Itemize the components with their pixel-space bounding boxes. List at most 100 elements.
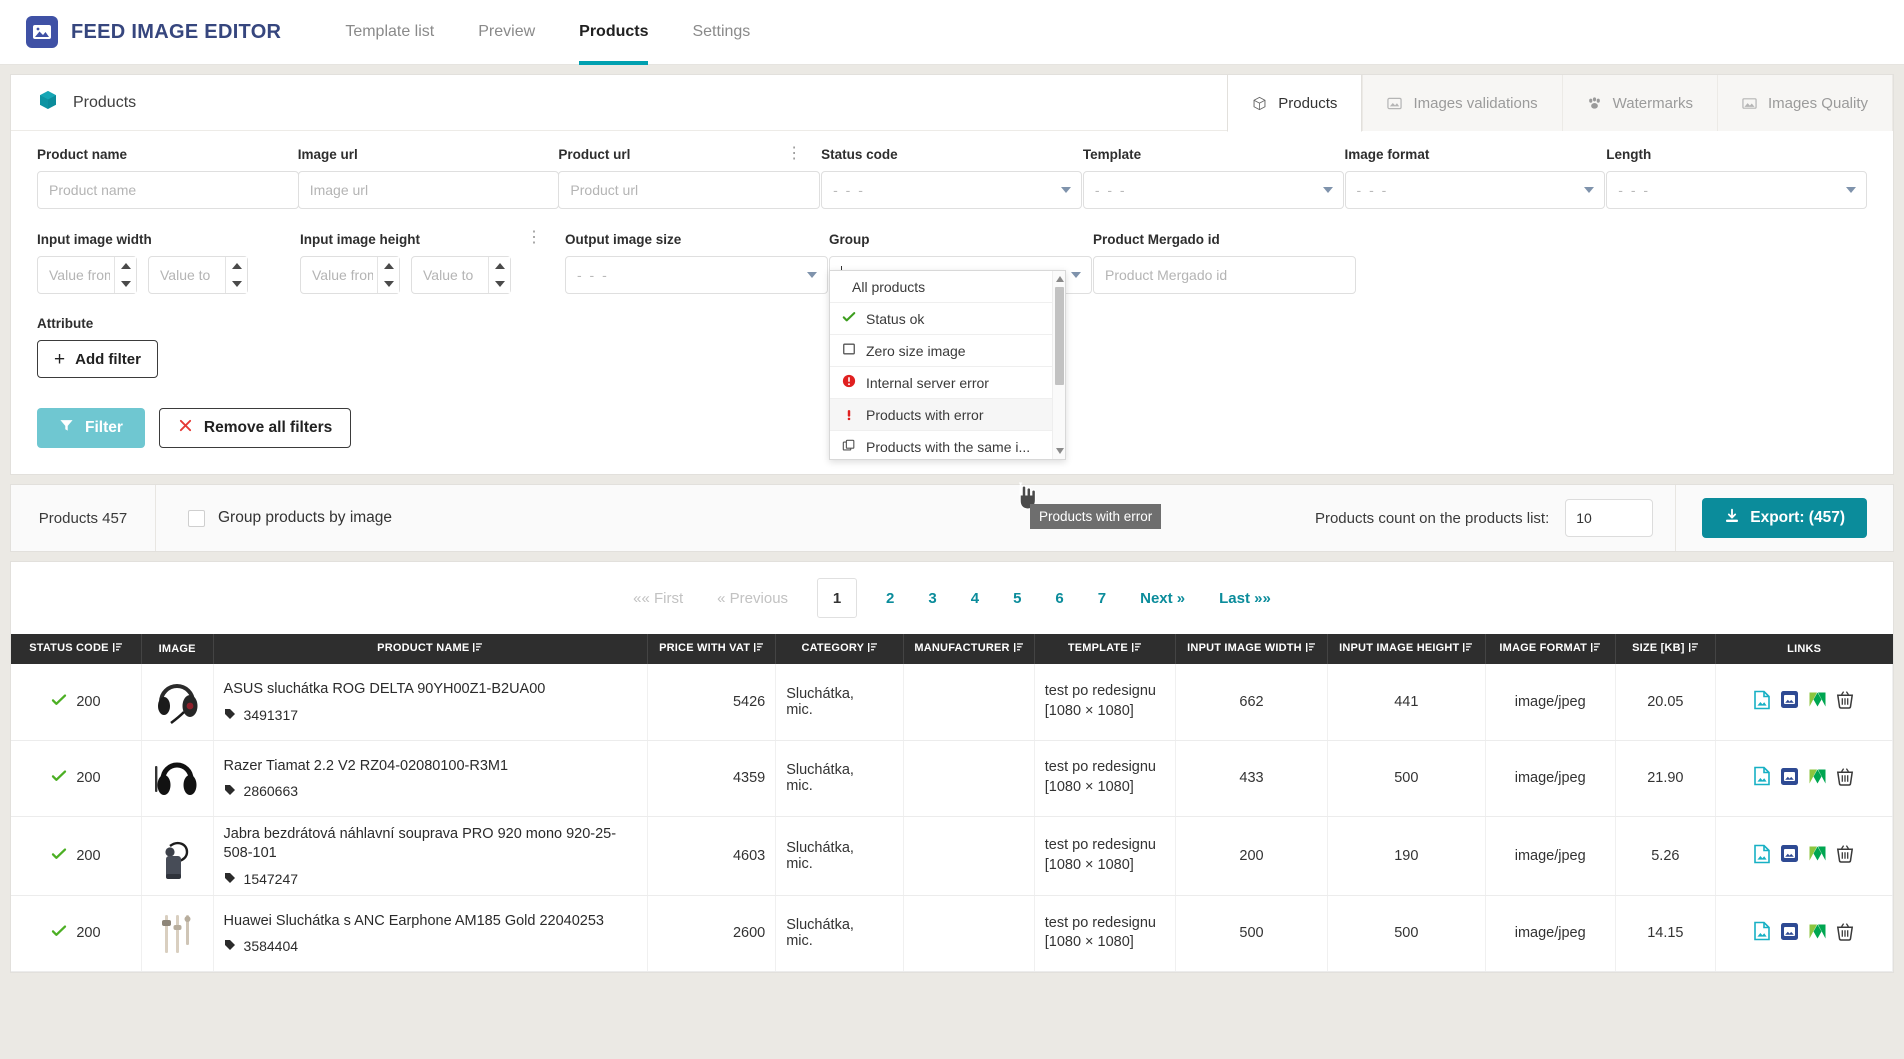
- image-file-icon[interactable]: [1753, 921, 1771, 945]
- length-select[interactable]: - - -: [1606, 171, 1867, 209]
- output-image-size-select[interactable]: - - -: [565, 256, 828, 294]
- col-category[interactable]: Category: [775, 634, 905, 664]
- dropdown-item-products-same-image[interactable]: Products with the same i...: [830, 431, 1065, 459]
- nav-tab-settings[interactable]: Settings: [670, 0, 772, 65]
- sort-icon[interactable]: [754, 642, 764, 656]
- module-tab-watermarks[interactable]: Watermarks: [1561, 75, 1717, 131]
- stepper-up-icon[interactable]: [489, 257, 510, 275]
- stepper-up-icon[interactable]: [378, 257, 399, 275]
- stepper-down-icon[interactable]: [226, 275, 247, 293]
- image-format-select[interactable]: - - -: [1344, 171, 1606, 209]
- quantity-stepper[interactable]: [488, 257, 510, 293]
- col-image-format[interactable]: Image format: [1485, 634, 1616, 664]
- col-product-name[interactable]: Product name: [213, 634, 649, 664]
- col-input-image-height[interactable]: Input image height: [1327, 634, 1486, 664]
- dropdown-item-products-with-error[interactable]: Products with error: [830, 399, 1065, 431]
- table-row[interactable]: 200 Huawei Sluchátka s ANC Earphone AM18…: [11, 895, 1894, 972]
- pagination-page-7[interactable]: 7: [1081, 590, 1123, 607]
- table-row[interactable]: 200 Jabra bezdrátová náhlavní souprava P…: [11, 816, 1894, 896]
- product-thumbnail[interactable]: [152, 749, 203, 807]
- product-thumbnail[interactable]: [152, 904, 203, 962]
- vertical-dots-icon[interactable]: ⋮: [526, 230, 542, 246]
- image-url-input[interactable]: [297, 171, 560, 209]
- dropdown-item-status-ok[interactable]: Status ok: [830, 303, 1065, 335]
- checkbox-box[interactable]: [188, 509, 205, 527]
- stepper-down-icon[interactable]: [115, 275, 136, 293]
- delete-basket-icon[interactable]: [1836, 844, 1854, 867]
- pagination-page-6[interactable]: 6: [1038, 590, 1080, 607]
- mergado-icon[interactable]: [1808, 690, 1827, 713]
- sort-icon[interactable]: [1305, 642, 1316, 656]
- image-file-icon[interactable]: [1753, 690, 1771, 714]
- col-price-with-vat[interactable]: Price with VAT: [647, 634, 777, 664]
- pagination-page-4[interactable]: 4: [954, 590, 996, 607]
- vertical-dots-icon[interactable]: ⋮: [786, 146, 802, 162]
- stepper-up-icon[interactable]: [115, 257, 136, 275]
- dropdown-item-zero-size-image[interactable]: Zero size image: [830, 335, 1065, 367]
- mergado-icon[interactable]: [1808, 844, 1827, 867]
- stepper-down-icon[interactable]: [378, 275, 399, 293]
- sort-icon[interactable]: [1131, 642, 1142, 656]
- pagination-page-3[interactable]: 3: [911, 590, 953, 607]
- pagination-last[interactable]: Last »»: [1202, 590, 1288, 607]
- sort-icon[interactable]: [1463, 642, 1473, 656]
- module-tab-products[interactable]: Products: [1227, 75, 1363, 132]
- quantity-stepper[interactable]: [225, 257, 247, 293]
- image-file-icon[interactable]: [1753, 844, 1771, 868]
- mergado-icon[interactable]: [1808, 922, 1827, 945]
- pagination-page-2[interactable]: 2: [869, 590, 911, 607]
- col-input-image-width[interactable]: Input image width: [1175, 634, 1329, 664]
- sort-icon[interactable]: [1013, 642, 1024, 656]
- cell-image[interactable]: [141, 895, 214, 972]
- dropdown-item-internal-server-error[interactable]: Internal server error: [830, 367, 1065, 399]
- table-row[interactable]: 200 Razer Tiamat 2.2 V2 RZ04-02080100-R3…: [11, 740, 1894, 817]
- product-url-input[interactable]: [558, 171, 821, 209]
- product-mergado-id-input[interactable]: [1093, 256, 1356, 294]
- product-name-input[interactable]: [37, 171, 299, 209]
- remove-all-filters-button[interactable]: Remove all filters: [158, 408, 352, 448]
- pagination-page-1[interactable]: 1: [817, 578, 858, 618]
- pagination-page-5[interactable]: 5: [996, 590, 1038, 607]
- image-edit-icon[interactable]: [1780, 767, 1799, 790]
- module-tab-images-quality[interactable]: Images Quality: [1716, 75, 1893, 131]
- delete-basket-icon[interactable]: [1836, 922, 1854, 945]
- quantity-stepper[interactable]: [377, 257, 399, 293]
- stepper-down-icon[interactable]: [489, 275, 510, 293]
- product-thumbnail[interactable]: [152, 827, 203, 885]
- delete-basket-icon[interactable]: [1836, 767, 1854, 790]
- scroll-up-arrow-icon[interactable]: [1056, 276, 1064, 282]
- sort-icon[interactable]: [473, 642, 483, 656]
- image-edit-icon[interactable]: [1780, 922, 1799, 945]
- dropdown-scrollbar[interactable]: [1052, 271, 1065, 459]
- nav-tab-template-list[interactable]: Template list: [323, 0, 456, 65]
- image-file-icon[interactable]: [1753, 766, 1771, 790]
- nav-tab-preview[interactable]: Preview: [456, 0, 557, 65]
- table-row[interactable]: 200 ASUS sluchátka ROG DELTA 90YH00Z1-B2…: [11, 664, 1894, 741]
- filter-button[interactable]: Filter: [37, 408, 145, 448]
- product-thumbnail[interactable]: [152, 673, 203, 731]
- scroll-down-arrow-icon[interactable]: [1056, 448, 1064, 454]
- stepper-up-icon[interactable]: [226, 257, 247, 275]
- cell-image[interactable]: [141, 816, 214, 896]
- group-products-by-image-checkbox[interactable]: Group products by image: [188, 509, 392, 527]
- sort-icon[interactable]: [1591, 642, 1601, 656]
- sort-icon[interactable]: [868, 642, 878, 656]
- image-edit-icon[interactable]: [1780, 844, 1799, 867]
- add-filter-button[interactable]: + Add filter: [37, 340, 158, 378]
- products-count-input[interactable]: [1565, 499, 1654, 537]
- template-select[interactable]: - - -: [1082, 171, 1344, 209]
- scrollbar-thumb[interactable]: [1055, 287, 1064, 385]
- dropdown-item-all-products[interactable]: All products: [830, 271, 1065, 303]
- group-dropdown-menu[interactable]: All products Status ok Zero size image I…: [829, 270, 1066, 460]
- pagination-next[interactable]: Next »: [1123, 590, 1202, 607]
- col-size-kb[interactable]: Size [kB]: [1615, 634, 1716, 664]
- col-status-code[interactable]: Status code: [11, 634, 142, 664]
- mergado-icon[interactable]: [1808, 767, 1827, 790]
- sort-icon[interactable]: [1688, 642, 1699, 656]
- delete-basket-icon[interactable]: [1836, 690, 1854, 713]
- quantity-stepper[interactable]: [114, 257, 136, 293]
- col-manufacturer[interactable]: Manufacturer: [903, 634, 1035, 664]
- cell-image[interactable]: [141, 664, 214, 741]
- module-tab-images-validations[interactable]: Images validations: [1362, 75, 1562, 131]
- nav-tab-products[interactable]: Products: [557, 0, 670, 65]
